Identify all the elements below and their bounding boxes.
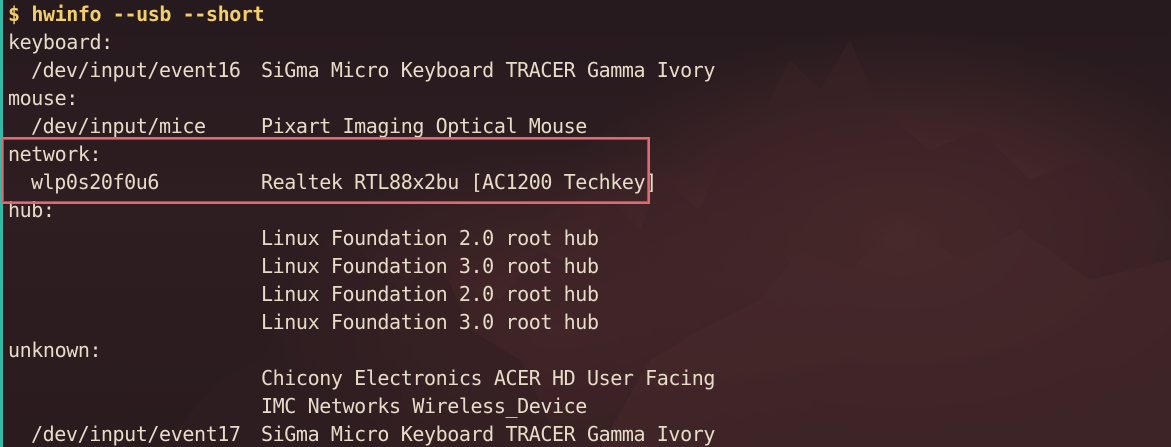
command-text: hwinfo --usb --short	[31, 2, 265, 26]
device-path: /dev/input/event17	[31, 422, 241, 446]
section-header-mouse: mouse:	[8, 86, 78, 110]
terminal-output: $ hwinfo --usb --short keyboard: /dev/in…	[8, 0, 715, 447]
device-description: SiGma Micro Keyboard TRACER Gamma Ivory	[261, 58, 715, 82]
section-header-unknown: unknown:	[8, 338, 102, 362]
device-row: Linux Foundation 2.0 root hub	[8, 224, 715, 252]
command-line: $ hwinfo --usb --short	[8, 0, 715, 28]
device-description: Linux Foundation 2.0 root hub	[261, 226, 599, 250]
prompt-symbol: $	[8, 2, 20, 26]
device-row: Chicony Electronics ACER HD User Facing	[8, 364, 715, 392]
device-description: Chicony Electronics ACER HD User Facing	[261, 366, 715, 390]
terminal-window[interactable]: $ hwinfo --usb --short keyboard: /dev/in…	[0, 0, 1171, 447]
left-edge-accent	[0, 0, 3, 447]
device-description: Pixart Imaging Optical Mouse	[261, 114, 587, 138]
device-path: /dev/input/event16	[31, 58, 241, 82]
device-path: /dev/input/mice	[31, 114, 206, 138]
device-row: Linux Foundation 3.0 root hub	[8, 308, 715, 336]
device-description: Linux Foundation 3.0 root hub	[261, 310, 599, 334]
device-row: Linux Foundation 2.0 root hub	[8, 280, 715, 308]
device-description: Linux Foundation 2.0 root hub	[261, 282, 599, 306]
device-row: Linux Foundation 3.0 root hub	[8, 252, 715, 280]
device-row: /dev/input/event16 SiGma Micro Keyboard T…	[8, 56, 715, 84]
device-description: SiGma Micro Keyboard TRACER Gamma Ivory	[261, 422, 715, 446]
section-header-keyboard: keyboard:	[8, 30, 113, 54]
device-description: IMC Networks Wireless_Device	[261, 394, 587, 418]
device-row: IMC Networks Wireless_Device	[8, 392, 715, 420]
device-row: /dev/input/event17 SiGma Micro Keyboard T…	[8, 420, 715, 447]
network-highlight-box	[1, 137, 650, 204]
device-description: Linux Foundation 3.0 root hub	[261, 254, 599, 278]
device-row: /dev/input/mice Pixart Imaging Optical Mo…	[8, 112, 715, 140]
